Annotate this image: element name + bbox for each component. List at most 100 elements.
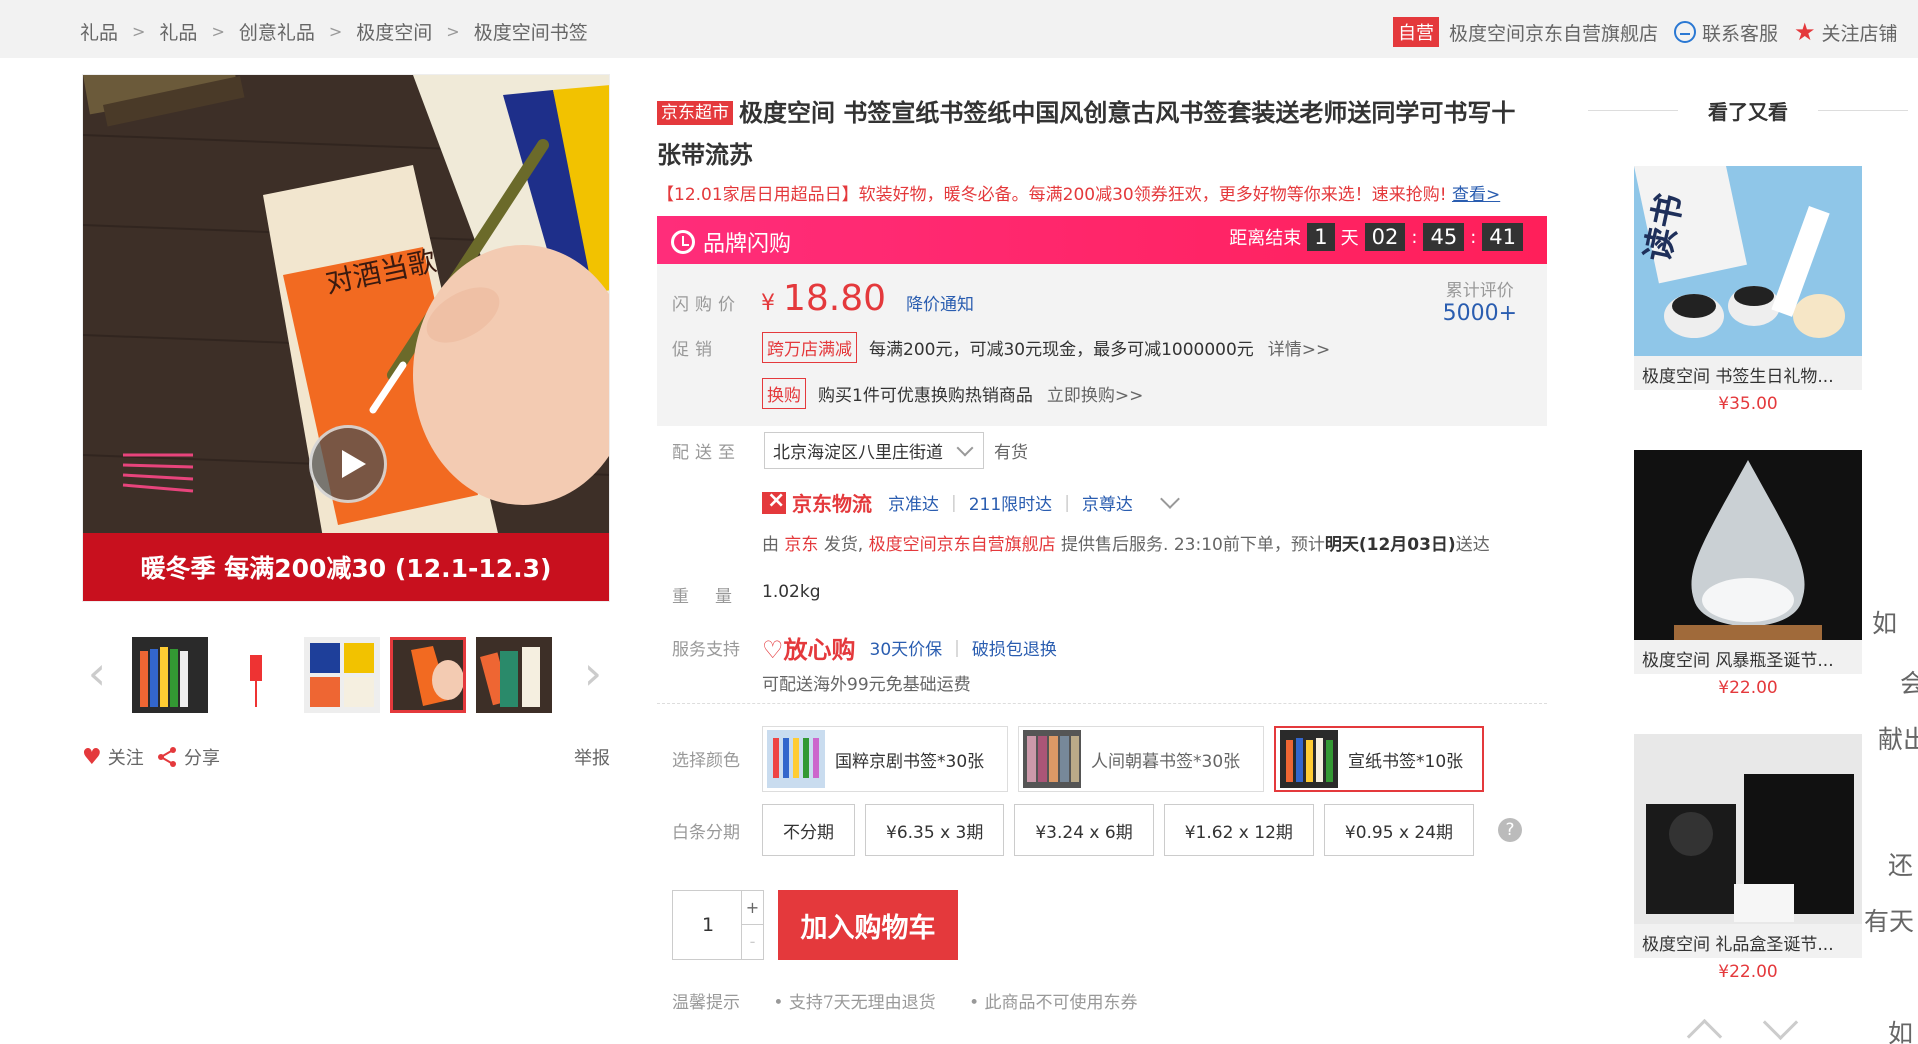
chevron-right-icon: > — [211, 22, 225, 41]
color-swatch — [767, 730, 825, 788]
edge-text: 会 — [1900, 669, 1918, 698]
ship-from[interactable]: 京东 — [784, 535, 818, 555]
also-viewed-nav — [1684, 1010, 1836, 1044]
logistics-row: 京东物流 京准达 | 211限时达 | 京尊达 — [762, 488, 1180, 517]
main-product-image[interactable]: 对酒当歌 暖冬季 每满200减30 (12.1-12.3) — [82, 74, 610, 602]
help-icon[interactable]: ? — [1498, 818, 1523, 842]
installment-option[interactable]: ¥6.35 x 3期 — [865, 804, 1005, 856]
breadcrumb-item[interactable]: 极度空间书签 — [474, 18, 588, 45]
exchange-row: 换购 购买1件可优惠换购热销商品 立即换购>> — [762, 378, 1143, 409]
also-viewed-price: ¥22.00 — [1718, 962, 1778, 982]
also-viewed-item[interactable]: 极度空间 风暴瓶圣诞节... ¥22.00 — [1634, 450, 1862, 698]
thumbnail[interactable] — [476, 637, 552, 713]
edge-text: 如 — [1872, 609, 1898, 638]
thumb-prev-button[interactable]: ‹ — [82, 648, 112, 698]
delivery-row: 配送至 北京海淀区八里庄街道 有货 — [672, 432, 1028, 469]
thumbnail-selected[interactable] — [390, 637, 466, 713]
color-swatch — [1280, 730, 1338, 788]
eta: 明天(12月03日) — [1324, 535, 1456, 555]
price-row: 闪购价 ¥18.80 降价通知 — [672, 278, 974, 319]
service-link-jzunda[interactable]: 京尊达 — [1082, 490, 1133, 515]
thumb-next-button[interactable]: › — [578, 648, 608, 698]
quantity-increase-button[interactable]: + — [741, 891, 763, 925]
star-icon: ★ — [1794, 18, 1816, 46]
price-drop-notify-link[interactable]: 降价通知 — [906, 290, 974, 315]
thumbnail-strip: ‹ › — [82, 634, 610, 716]
alarm-clock-icon — [671, 230, 695, 254]
also-viewed-item[interactable]: 读书 极度空间 书签生日礼物... ¥35.00 — [1634, 166, 1862, 414]
installment-option[interactable]: ¥3.24 x 6期 — [1014, 804, 1154, 856]
seller-link[interactable]: 极度空间京东自营旗舰店 — [869, 535, 1056, 555]
breadcrumb-item[interactable]: 礼品 — [159, 18, 197, 45]
chevron-down-icon[interactable] — [1760, 1010, 1800, 1044]
promotion-tag: 跨万店满减 — [762, 332, 857, 363]
play-video-button[interactable] — [309, 425, 387, 503]
contact-service-button[interactable]: 联系客服 — [1674, 19, 1778, 46]
breadcrumb-item[interactable]: 创意礼品 — [239, 18, 315, 45]
shop-name-link[interactable]: 极度空间京东自营旗舰店 — [1449, 19, 1658, 46]
quantity-decrease-button[interactable]: - — [741, 925, 763, 959]
review-summary[interactable]: 累计评价 5000+ — [1443, 276, 1517, 326]
add-to-cart-button[interactable]: 加入购物车 — [778, 890, 958, 960]
promotion-details-link[interactable]: 详情>> — [1268, 335, 1331, 360]
quantity-stepper: 1 + - — [672, 890, 764, 960]
service-link-jzd[interactable]: 京准达 — [888, 490, 939, 515]
also-viewed-price: ¥35.00 — [1718, 394, 1778, 414]
also-viewed-name: 极度空间 书签生日礼物... — [1634, 356, 1862, 390]
review-count: 5000+ — [1442, 301, 1517, 326]
service-label: 服务支持 — [672, 640, 740, 660]
share-button[interactable]: 分享 — [156, 744, 220, 770]
ship-mid: 发货, — [823, 535, 864, 555]
installment-option[interactable]: ¥0.95 x 24期 — [1323, 804, 1475, 856]
weight-label: 重量 — [672, 587, 758, 607]
countdown: 距离结束 1 天 02 : 45 : 41 — [1229, 223, 1529, 251]
ship-suffix: 提供售后服务. 23:10前下单，预计 — [1061, 535, 1325, 555]
jd-supermarket-badge: 京东超市 — [657, 101, 733, 125]
edge-text: 如 — [1888, 1019, 1914, 1044]
countdown-minutes: 45 — [1423, 223, 1465, 251]
exchange-now-link[interactable]: 立即换购>> — [1047, 381, 1144, 406]
color-option[interactable]: 国粹京剧书签*30张 — [762, 726, 1008, 792]
quantity-input[interactable]: 1 — [673, 891, 743, 959]
follow-label: 关注 — [107, 748, 144, 769]
chevron-up-icon[interactable] — [1684, 1010, 1724, 1044]
purchase-controls: 1 + - 加入购物车 — [672, 890, 958, 960]
currency-symbol: ¥ — [761, 291, 775, 316]
promo-view-link[interactable]: 查看> — [1452, 185, 1500, 205]
follow-button[interactable]: ♥ 关注 — [82, 744, 144, 770]
jd-logistics-logo: 京东物流 — [762, 488, 872, 517]
color-option-selected[interactable]: 宣纸书签*10张 — [1274, 726, 1484, 792]
color-options: 国粹京剧书签*30张 人间朝暮书签*30张 宣纸书签*10张 — [762, 726, 1494, 792]
countdown-label: 距离结束 — [1229, 228, 1302, 249]
color-option-label: 国粹京剧书签*30张 — [835, 751, 985, 772]
installment-options: 不分期 ¥6.35 x 3期 ¥3.24 x 6期 ¥1.62 x 12期 ¥0… — [762, 804, 1523, 856]
thumbnail[interactable] — [218, 637, 294, 713]
promo-banner: 暖冬季 每满200减30 (12.1-12.3) — [83, 533, 609, 601]
also-viewed-image — [1634, 734, 1862, 924]
thumbnail[interactable] — [304, 637, 380, 713]
price-protect-link[interactable]: 30天价保 — [870, 635, 943, 660]
report-link[interactable]: 举报 — [574, 744, 610, 770]
share-label: 分享 — [184, 748, 220, 769]
countdown-colon: : — [1470, 226, 1477, 248]
installment-option[interactable]: 不分期 — [762, 804, 855, 856]
color-option[interactable]: 人间朝暮书签*30张 — [1018, 726, 1264, 792]
installment-option[interactable]: ¥1.62 x 12期 — [1163, 804, 1314, 856]
product-title-text: 极度空间 书签宣纸书签纸中国风创意古风书签套装送老师送同学可书写十张带流苏 — [657, 99, 1516, 169]
damage-return-link[interactable]: 破损包退换 — [972, 635, 1057, 660]
breadcrumb: 礼品 > 礼品 > 创意礼品 > 极度空间 > 极度空间书签 — [80, 18, 588, 45]
follow-shop-button[interactable]: ★ 关注店铺 — [1794, 19, 1898, 46]
thumbnail[interactable] — [132, 637, 208, 713]
color-option-label: 宣纸书签*10张 — [1348, 751, 1464, 772]
tip-item: • 此商品不可使用东券 — [969, 993, 1138, 1013]
countdown-day-unit: 天 — [1340, 228, 1359, 249]
service-link-211[interactable]: 211限时达 — [969, 490, 1052, 515]
chevron-down-icon[interactable] — [1160, 488, 1180, 509]
also-viewed-item[interactable]: 极度空间 礼品盒圣诞节... ¥22.00 — [1634, 734, 1862, 982]
breadcrumb-item[interactable]: 极度空间 — [356, 18, 432, 45]
weight-row: 重量 1.02kg — [672, 582, 821, 607]
edge-text: 献出 — [1878, 725, 1918, 754]
address-selector[interactable]: 北京海淀区八里庄街道 — [764, 432, 984, 469]
chat-icon — [1674, 21, 1697, 43]
breadcrumb-item[interactable]: 礼品 — [80, 18, 118, 45]
